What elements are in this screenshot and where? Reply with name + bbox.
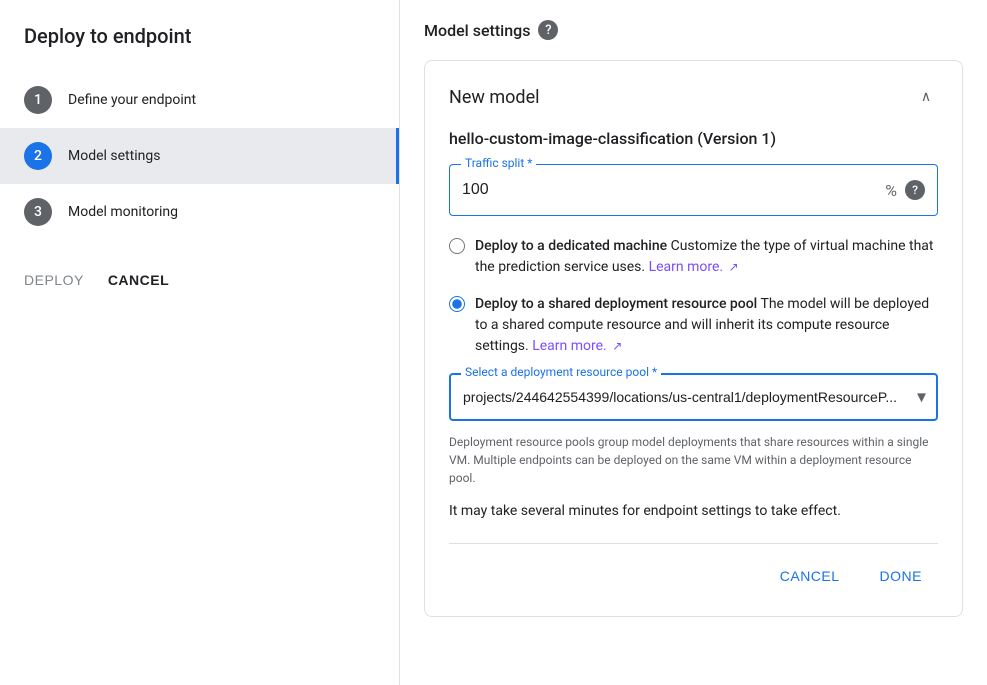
card-header: New model ∧ <box>449 85 938 109</box>
sidebar: Deploy to endpoint 1 Define your endpoin… <box>0 0 400 685</box>
collapse-icon[interactable]: ∧ <box>914 85 938 109</box>
helper-text: Deployment resource pools group model de… <box>449 433 938 487</box>
info-text: It may take several minutes for endpoint… <box>449 503 938 519</box>
sidebar-title: Deploy to endpoint <box>0 24 399 72</box>
radio-dedicated: Deploy to a dedicated machine Customize … <box>449 236 938 278</box>
done-button[interactable]: DONE <box>864 560 938 592</box>
external-link-icon-2: ↗ <box>612 337 622 355</box>
sidebar-actions: DEPLOY CANCEL <box>0 248 399 312</box>
model-name: hello-custom-image-classification (Versi… <box>449 129 938 148</box>
step-3-number: 3 <box>24 198 52 226</box>
main-content: Model settings ? New model ∧ hello-custo… <box>400 0 987 685</box>
deployment-resource-pool-dropdown-container: Select a deployment resource pool * proj… <box>449 373 938 421</box>
deploy-button[interactable]: DEPLOY <box>24 272 84 288</box>
card-footer: CANCEL DONE <box>449 543 938 592</box>
radio-dedicated-label[interactable]: Deploy to a dedicated machine Customize … <box>475 236 938 278</box>
card-title: New model <box>449 87 540 108</box>
step-1-number: 1 <box>24 86 52 114</box>
traffic-split-field: Traffic split * % ? <box>449 164 938 216</box>
radio-shared-label[interactable]: Deploy to a shared deployment resource p… <box>475 294 938 357</box>
traffic-suffix: % <box>885 181 897 200</box>
shared-learn-more-link[interactable]: Learn more. ↗ <box>532 338 622 354</box>
step-3[interactable]: 3 Model monitoring <box>0 184 399 240</box>
section-help-icon[interactable]: ? <box>538 20 558 40</box>
deployment-resource-pool-select[interactable]: projects/244642554399/locations/us-centr… <box>449 373 938 421</box>
model-settings-card: New model ∧ hello-custom-image-classific… <box>424 60 963 617</box>
step-2-number: 2 <box>24 142 52 170</box>
external-link-icon-1: ↗ <box>729 258 739 276</box>
traffic-input-wrap: % ? <box>449 164 938 216</box>
step-2-label: Model settings <box>68 148 160 164</box>
dedicated-learn-more-link[interactable]: Learn more. ↗ <box>649 259 739 275</box>
cancel-main-button[interactable]: CANCEL <box>764 560 856 592</box>
traffic-help-icon[interactable]: ? <box>905 180 925 200</box>
step-3-label: Model monitoring <box>68 204 178 220</box>
radio-dedicated-input[interactable] <box>449 238 465 254</box>
dropdown-label: Select a deployment resource pool * <box>461 365 661 379</box>
cancel-sidebar-button[interactable]: CANCEL <box>108 272 169 288</box>
traffic-split-label: Traffic split * <box>461 156 536 170</box>
traffic-split-input[interactable] <box>462 181 885 199</box>
step-1-label: Define your endpoint <box>68 92 196 108</box>
radio-shared-input[interactable] <box>449 296 465 312</box>
section-header: Model settings ? <box>424 20 963 40</box>
step-2[interactable]: 2 Model settings <box>0 128 399 184</box>
section-title: Model settings <box>424 21 530 40</box>
radio-shared: Deploy to a shared deployment resource p… <box>449 294 938 357</box>
step-1[interactable]: 1 Define your endpoint <box>0 72 399 128</box>
